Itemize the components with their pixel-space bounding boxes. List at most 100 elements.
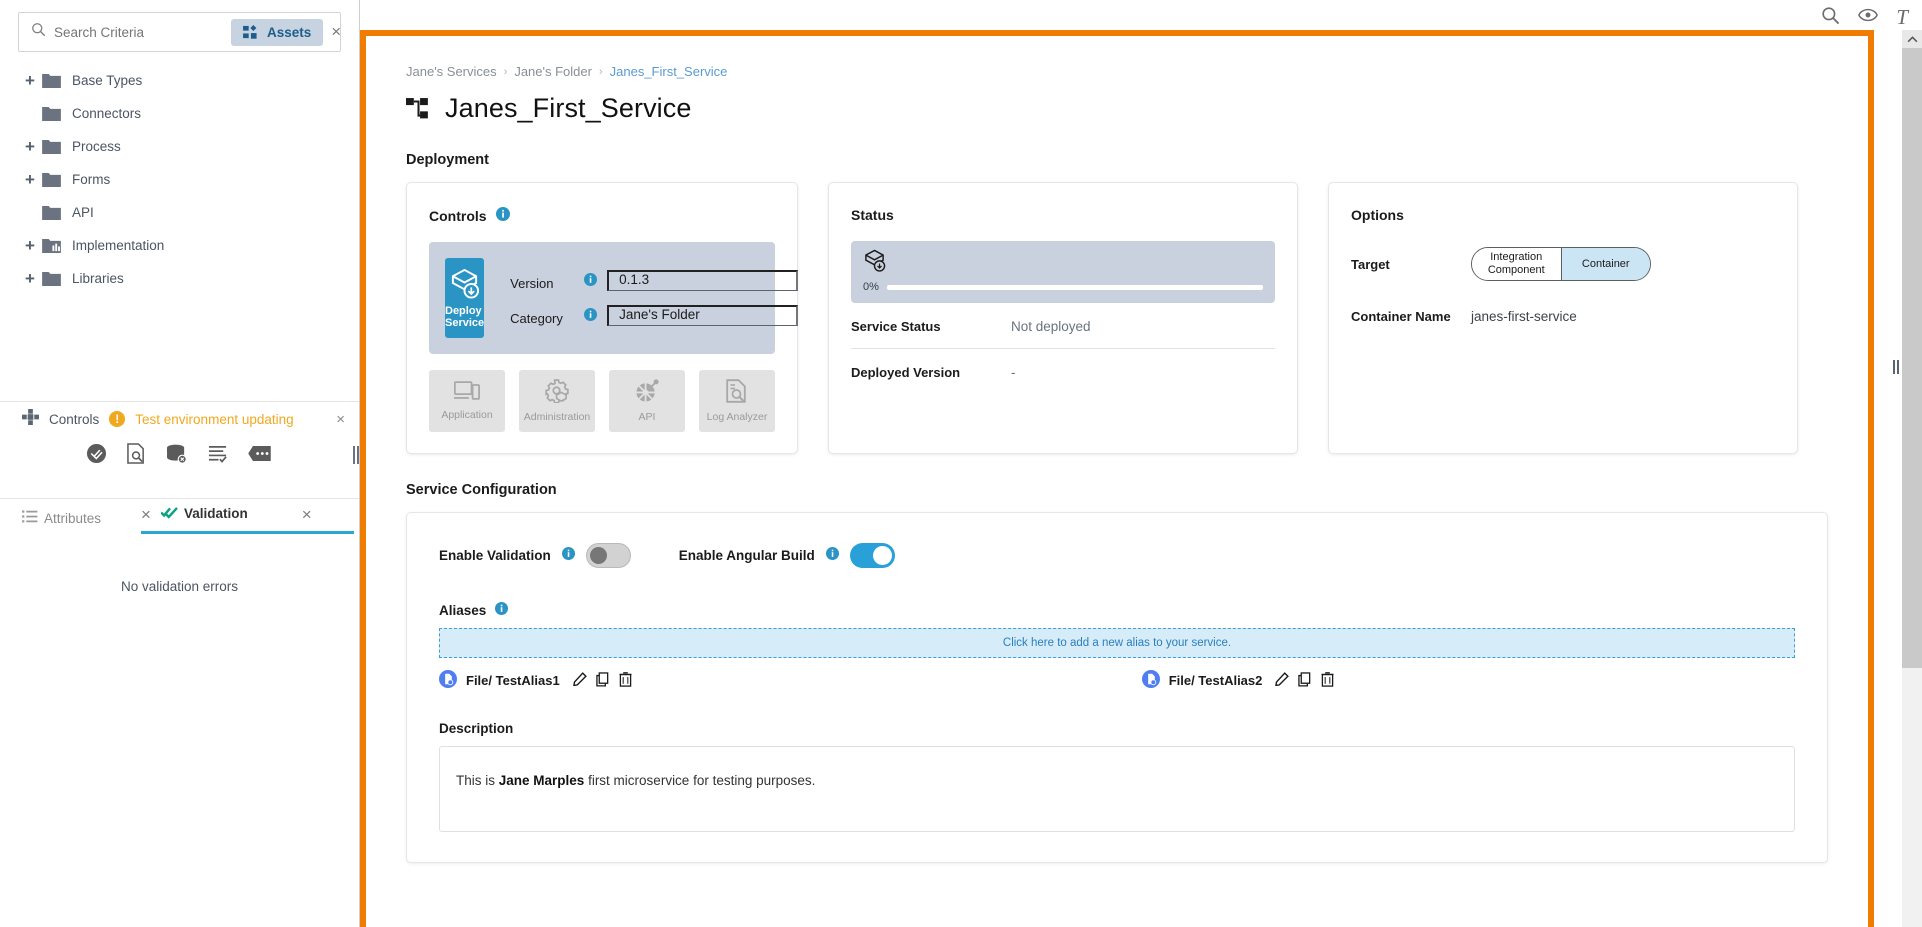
tree-item-connectors[interactable]: +Connectors	[18, 97, 359, 130]
tile-label: Administration	[524, 411, 591, 423]
expand-toggle-icon[interactable]: +	[18, 269, 42, 289]
delete-icon[interactable]	[1321, 672, 1334, 690]
tree-item-libraries[interactable]: + Libraries	[18, 262, 359, 295]
bottom-tab-validation[interactable]: Validation	[184, 506, 248, 523]
tree-item-implementation[interactable]: +Implementation	[18, 229, 359, 262]
document-search-icon	[726, 379, 748, 406]
file-config-icon	[439, 670, 457, 688]
clear-search-button[interactable]: ×	[331, 22, 341, 42]
info-icon[interactable]	[826, 547, 839, 565]
expand-toggle-icon[interactable]: +	[18, 137, 42, 157]
tree-item-label: Process	[72, 139, 121, 154]
alias-item[interactable]: File/ TestAlias1	[439, 670, 632, 691]
status-row-value: -	[1011, 365, 1016, 380]
close-validation-tab-button[interactable]: ×	[302, 505, 312, 525]
tile-application[interactable]: Application	[429, 370, 505, 432]
document-search-icon[interactable]	[127, 443, 146, 469]
api-pie-icon	[634, 379, 660, 406]
breadcrumb-item-2[interactable]: Janes_First_Service	[610, 64, 728, 79]
folder-icon	[42, 139, 61, 154]
assets-filter-chip[interactable]: Assets	[231, 19, 323, 46]
tile-administration[interactable]: Administration	[519, 370, 595, 432]
folder-icon	[42, 73, 61, 88]
controls-panel-icon	[22, 409, 39, 430]
target-option-label: IntegrationComponent	[1488, 251, 1545, 276]
tree-item-label: API	[72, 205, 94, 220]
tree-item-label: Libraries	[72, 271, 124, 286]
toggle-switch[interactable]	[850, 543, 895, 568]
tile-label: Log Analyzer	[707, 411, 768, 423]
info-icon[interactable]	[584, 308, 597, 326]
copy-icon[interactable]	[1298, 672, 1312, 690]
description-box[interactable]: This is Jane Marples first microservice …	[439, 746, 1795, 832]
info-icon[interactable]	[584, 273, 597, 291]
topbar-background	[360, 0, 1922, 30]
close-attributes-tab-button[interactable]: ×	[141, 505, 151, 525]
scroll-up-button[interactable]	[1902, 30, 1922, 48]
edit-icon[interactable]	[1275, 672, 1289, 689]
tree-item-api[interactable]: +API	[18, 196, 359, 229]
search-input[interactable]	[54, 25, 231, 40]
validate-check-icon[interactable]	[86, 443, 107, 469]
tile-api[interactable]: API	[609, 370, 685, 432]
info-icon[interactable]	[562, 547, 575, 565]
preview-eye-icon[interactable]	[1858, 8, 1878, 27]
tree-item-process[interactable]: + Process	[18, 130, 359, 163]
controls-card: Controls	[406, 182, 798, 454]
container-name-value: janes-first-service	[1471, 309, 1577, 324]
tile-log-analyzer[interactable]: Log Analyzer	[699, 370, 775, 432]
more-options-icon[interactable]	[248, 446, 271, 466]
toggle-switch[interactable]	[586, 543, 631, 568]
deploy-field-version: Version	[510, 270, 798, 291]
gear-cube-icon	[545, 379, 570, 406]
right-panel-splitter-handle[interactable]	[1892, 360, 1900, 374]
config-toggles: Enable ValidationEnable Angular Build	[439, 543, 1795, 568]
delete-icon[interactable]	[619, 672, 632, 690]
log-checklist-icon[interactable]	[208, 444, 228, 469]
controls-tiles: Application Administration API Log Analyzer	[429, 370, 775, 432]
breadcrumb-item-0[interactable]: Jane's Services	[406, 64, 497, 79]
service-node-icon	[406, 98, 431, 120]
application-window: Janes_First_Service T	[0, 0, 1922, 927]
info-icon[interactable]	[495, 602, 508, 618]
page-title-text: Janes_First_Service	[445, 93, 692, 124]
expand-toggle-icon[interactable]: +	[18, 236, 42, 256]
target-option-container[interactable]: Container	[1561, 248, 1651, 280]
scrollbar-thumb[interactable]	[1902, 48, 1922, 668]
deploy-field-category: Category	[510, 305, 798, 326]
vertical-scrollbar[interactable]	[1902, 30, 1922, 927]
alias-label: File/ TestAlias2	[1169, 673, 1263, 688]
target-label: Target	[1351, 257, 1471, 272]
alias-item[interactable]: File/ TestAlias2	[1142, 670, 1335, 691]
expand-toggle-icon[interactable]: +	[18, 170, 42, 190]
deploy-field-value[interactable]	[607, 305, 798, 326]
info-icon[interactable]	[496, 207, 510, 224]
folder-impl-icon	[42, 238, 61, 253]
copy-icon[interactable]	[596, 672, 610, 690]
alias-list: File/ TestAlias1 File/ TestAlias2	[439, 670, 1795, 691]
target-option-integration-component[interactable]: IntegrationComponent	[1472, 248, 1561, 280]
bottom-tab-attributes[interactable]: Attributes	[44, 511, 101, 528]
panel-splitter-handle[interactable]	[352, 440, 360, 470]
tree-item-label: Forms	[72, 172, 110, 187]
database-remove-icon[interactable]	[166, 444, 188, 469]
main-scroll-area[interactable]: Jane's Services›Jane's Folder›Janes_Firs…	[366, 36, 1868, 927]
target-segmented-control[interactable]: IntegrationComponent Container	[1471, 247, 1651, 281]
search-icon[interactable]	[1821, 6, 1840, 30]
text-format-icon[interactable]: T	[1896, 5, 1908, 30]
target-option-label: Container	[1582, 258, 1630, 271]
deploy-field-value[interactable]	[607, 270, 798, 291]
validation-empty-message: No validation errors	[0, 579, 359, 594]
alias-dropzone[interactable]: Click here to add a new alias to your se…	[439, 628, 1795, 658]
tree-item-base-types[interactable]: +Base Types	[18, 64, 359, 97]
toggle-label: Enable Validation	[439, 548, 551, 563]
tile-label: API	[639, 411, 656, 423]
breadcrumb-item-1[interactable]: Jane's Folder	[514, 64, 592, 79]
folder-icon	[42, 271, 61, 286]
deploy-service-button[interactable]: Deploy Service	[445, 258, 484, 338]
status-row-service-status: Service StatusNot deployed	[851, 303, 1275, 349]
close-controls-panel-button[interactable]: ×	[336, 411, 345, 428]
expand-toggle-icon[interactable]: +	[18, 71, 42, 91]
tree-item-forms[interactable]: + Forms	[18, 163, 359, 196]
edit-icon[interactable]	[573, 672, 587, 689]
